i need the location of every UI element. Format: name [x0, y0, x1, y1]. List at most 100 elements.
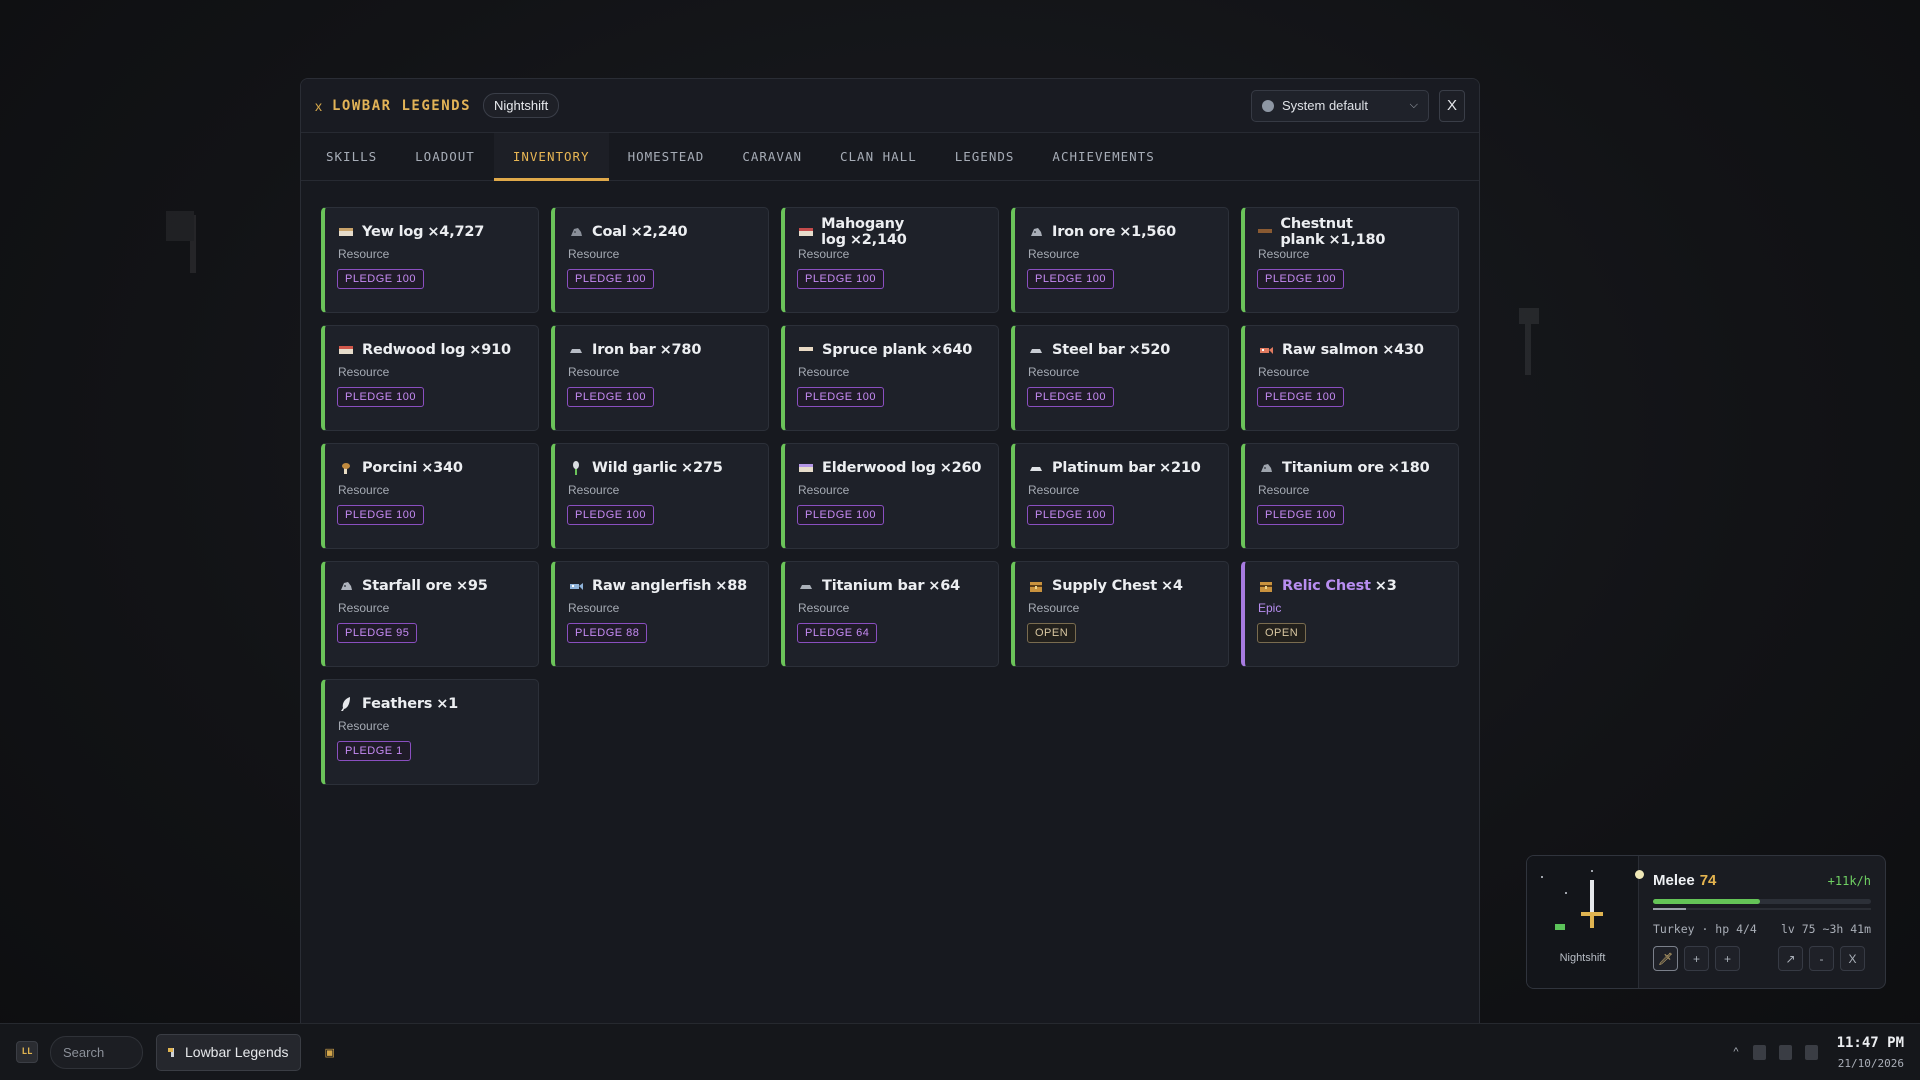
- theme-select[interactable]: System default ⌵: [1251, 89, 1429, 122]
- pledge-button[interactable]: PLEDGE 100: [567, 269, 655, 289]
- inventory-item-card[interactable]: Elderwood log ×260 Resource PLEDGE 100: [781, 443, 999, 549]
- item-type: Resource: [338, 719, 390, 733]
- inventory-item-card[interactable]: Spruce plank ×640 Resource PLEDGE 100: [781, 325, 999, 431]
- pledge-button[interactable]: PLEDGE 100: [1027, 269, 1115, 289]
- frog-icon: [1555, 924, 1565, 930]
- item-quantity: ×260: [939, 460, 982, 476]
- item-name: Elderwood log ×260: [822, 460, 982, 476]
- inventory-item-card[interactable]: Mahogany log ×2,140 Resource PLEDGE 100: [781, 207, 999, 313]
- bar-icon: [1027, 460, 1045, 476]
- pledge-button[interactable]: PLEDGE 100: [1257, 269, 1345, 289]
- item-title: Porcini: [362, 460, 418, 476]
- battery-icon[interactable]: [1804, 1044, 1818, 1060]
- item-type: Resource: [338, 365, 390, 379]
- inventory-item-card[interactable]: Starfall ore ×95 Resource PLEDGE 95: [321, 561, 539, 667]
- add-button[interactable]: +: [1684, 946, 1709, 971]
- inventory-item-card[interactable]: Steel bar ×520 Resource PLEDGE 100: [1011, 325, 1229, 431]
- level-eta: lv 75 ~3h 41m: [1780, 922, 1871, 936]
- pledge-button[interactable]: PLEDGE 100: [797, 505, 885, 525]
- xp-rate: +11k/h: [1827, 874, 1871, 888]
- tray-expand-icon[interactable]: ^: [1733, 1046, 1738, 1058]
- pledge-button[interactable]: PLEDGE 100: [1027, 387, 1115, 407]
- pledge-button[interactable]: PLEDGE 1: [337, 741, 411, 761]
- fish-icon: [567, 578, 585, 594]
- item-type: Resource: [568, 365, 620, 379]
- close-button[interactable]: X: [1439, 89, 1465, 122]
- inventory-item-card[interactable]: Feathers ×1 Resource PLEDGE 1: [321, 679, 539, 785]
- pledge-button[interactable]: PLEDGE 100: [1257, 387, 1345, 407]
- pledge-button[interactable]: PLEDGE 100: [567, 387, 655, 407]
- mushroom-icon: [337, 460, 355, 476]
- bar-icon: [1027, 342, 1045, 358]
- xp-progress-bar: [1653, 899, 1871, 904]
- pledge-button[interactable]: PLEDGE 95: [337, 623, 418, 643]
- pledge-button[interactable]: PLEDGE 100: [337, 505, 425, 525]
- inventory-item-card[interactable]: Porcini ×340 Resource PLEDGE 100: [321, 443, 539, 549]
- item-name: Mahogany log ×2,140: [821, 216, 986, 248]
- pledge-button[interactable]: PLEDGE 100: [797, 387, 885, 407]
- inventory-item-card[interactable]: Titanium ore ×180 Resource PLEDGE 100: [1241, 443, 1459, 549]
- tab-homestead[interactable]: HOMESTEAD: [609, 133, 724, 180]
- tab-inventory[interactable]: INVENTORY: [493, 133, 609, 181]
- tab-loadout[interactable]: LOADOUT: [396, 133, 494, 180]
- tab-caravan[interactable]: CARAVAN: [723, 133, 821, 180]
- pledge-button[interactable]: PLEDGE 100: [797, 269, 885, 289]
- pledge-button[interactable]: PLEDGE 88: [567, 623, 648, 643]
- inventory-item-card[interactable]: Titanium bar ×64 Resource PLEDGE 64: [781, 561, 999, 667]
- popout-button[interactable]: ↗: [1778, 946, 1803, 971]
- volume-icon[interactable]: [1778, 1044, 1792, 1060]
- close-widget-button[interactable]: X: [1840, 946, 1865, 971]
- log-icon: [337, 224, 355, 240]
- minimize-button[interactable]: -: [1809, 946, 1834, 971]
- open-button[interactable]: OPEN: [1257, 623, 1307, 643]
- item-name: Redwood log ×910: [362, 342, 511, 358]
- inventory-item-card[interactable]: Yew log ×4,727 Resource PLEDGE 100: [321, 207, 539, 313]
- log-icon: [797, 224, 814, 240]
- pledge-button[interactable]: PLEDGE 100: [567, 505, 655, 525]
- pledge-button[interactable]: PLEDGE 100: [1027, 505, 1115, 525]
- profile-badge[interactable]: Nightshift: [483, 93, 560, 118]
- item-name: Raw salmon ×430: [1282, 342, 1424, 358]
- network-icon[interactable]: [1752, 1044, 1766, 1060]
- item-name: Steel bar ×520: [1052, 342, 1170, 358]
- pledge-button[interactable]: PLEDGE 100: [1257, 505, 1345, 525]
- inventory-item-card[interactable]: Redwood log ×910 Resource PLEDGE 100: [321, 325, 539, 431]
- title-close-glyph[interactable]: x: [315, 98, 322, 114]
- start-button[interactable]: LL: [16, 1041, 38, 1063]
- tab-clan-hall[interactable]: CLAN HALL: [821, 133, 936, 180]
- inventory-item-card[interactable]: Raw anglerfish ×88 Resource PLEDGE 88: [551, 561, 769, 667]
- open-button[interactable]: OPEN: [1027, 623, 1077, 643]
- inventory-item-card[interactable]: Relic Chest ×3 Epic OPEN: [1241, 561, 1459, 667]
- log-icon: [337, 342, 355, 358]
- ore-icon: [1027, 224, 1045, 240]
- inventory-item-card[interactable]: Chestnut plank ×1,180 Resource PLEDGE 100: [1241, 207, 1459, 313]
- inventory-item-card[interactable]: Supply Chest ×4 Resource OPEN: [1011, 561, 1229, 667]
- taskbar-app-lowbar-legends[interactable]: Lowbar Legends: [156, 1033, 301, 1071]
- inventory-item-card[interactable]: Iron bar ×780 Resource PLEDGE 100: [551, 325, 769, 431]
- inventory-item-card[interactable]: Platinum bar ×210 Resource PLEDGE 100: [1011, 443, 1229, 549]
- item-type: Resource: [1028, 601, 1080, 615]
- taskbar: LL Search Lowbar Legends ▣ ^ 11:47 PM 21…: [0, 1023, 1920, 1080]
- tab-legends[interactable]: LEGENDS: [936, 133, 1034, 180]
- ore-icon: [1257, 460, 1275, 476]
- inventory-item-card[interactable]: Coal ×2,240 Resource PLEDGE 100: [551, 207, 769, 313]
- inventory-item-card[interactable]: Iron ore ×1,560 Resource PLEDGE 100: [1011, 207, 1229, 313]
- add-secondary-button[interactable]: +: [1715, 946, 1740, 971]
- character-art: Nightshift: [1527, 856, 1644, 988]
- item-quantity: ×640: [930, 342, 973, 358]
- pledge-button[interactable]: PLEDGE 100: [337, 387, 425, 407]
- tab-achievements[interactable]: ACHIEVEMENTS: [1033, 133, 1173, 180]
- inventory-item-card[interactable]: Raw salmon ×430 Resource PLEDGE 100: [1241, 325, 1459, 431]
- item-quantity: ×1,560: [1119, 224, 1177, 240]
- pledge-button[interactable]: PLEDGE 64: [797, 623, 878, 643]
- inventory-item-card[interactable]: Wild garlic ×275 Resource PLEDGE 100: [551, 443, 769, 549]
- item-quantity: ×275: [681, 460, 723, 476]
- clock[interactable]: 11:47 PM 21/10/2026: [1837, 1035, 1904, 1070]
- taskbar-chest-icon[interactable]: ▣: [325, 1046, 335, 1059]
- melee-skill-button[interactable]: 🗡: [1653, 946, 1678, 971]
- taskbar-search[interactable]: Search: [50, 1035, 143, 1069]
- clock-date: 21/10/2026: [1837, 1056, 1904, 1070]
- tab-skills[interactable]: SKILLS: [307, 133, 396, 180]
- pledge-button[interactable]: PLEDGE 100: [337, 269, 425, 289]
- item-type: Epic: [1258, 601, 1282, 615]
